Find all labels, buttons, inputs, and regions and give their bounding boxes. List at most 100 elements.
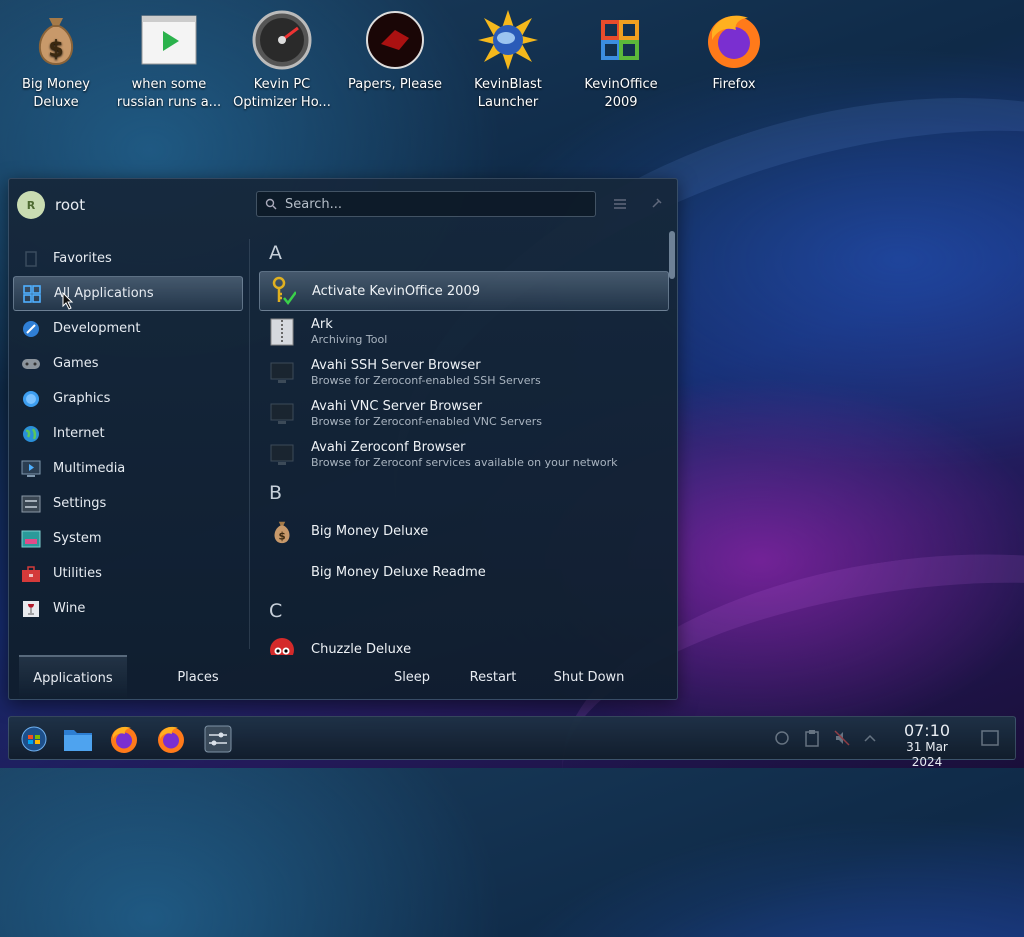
category-label: Utilities <box>53 566 102 581</box>
user-name: root <box>55 196 86 214</box>
app-name: Big Money Deluxe Readme <box>311 565 486 580</box>
category-label: Internet <box>53 426 105 441</box>
sleep-button[interactable]: Sleep <box>387 655 437 699</box>
app-name: Ark <box>311 317 333 332</box>
desktop-icon-label: KevinBlast Launcher <box>474 77 542 110</box>
app-activate-kevinoffice[interactable]: Activate KevinOffice 2009 <box>259 271 669 311</box>
svg-text:$: $ <box>278 531 285 542</box>
network-icon[interactable] <box>771 727 793 749</box>
chevron-up-icon[interactable] <box>859 727 881 749</box>
blank-icon <box>269 559 295 587</box>
category-list: Favorites All Applications Development G… <box>13 241 243 626</box>
wine-icon <box>21 599 41 619</box>
category-wine[interactable]: Wine <box>13 591 243 626</box>
key-check-icon <box>270 276 296 306</box>
tab-applications[interactable]: Applications <box>19 655 127 699</box>
desktop-icon-big-money-deluxe[interactable]: $ Big Money Deluxe <box>1 8 111 112</box>
monitor-icon <box>269 441 295 469</box>
category-development[interactable]: Development <box>13 311 243 346</box>
grid-icon <box>22 284 42 304</box>
app-avahi-ssh[interactable]: Avahi SSH Server Browser Browse for Zeroc… <box>259 352 669 393</box>
desktop-icon-kevinblast-launcher[interactable]: KevinBlast Launcher <box>453 8 563 112</box>
app-avahi-zeroconf[interactable]: Avahi Zeroconf Browser Browse for Zerocon… <box>259 434 669 475</box>
chuzzle-icon <box>269 636 295 655</box>
tab-places[interactable]: Places <box>159 655 237 699</box>
clipboard-icon[interactable] <box>801 727 823 749</box>
category-label: Games <box>53 356 99 371</box>
app-ark[interactable]: Ark Archiving Tool <box>259 311 669 352</box>
app-name: Chuzzle Deluxe <box>311 642 412 655</box>
start-menu-icon[interactable] <box>17 723 51 755</box>
toolbox-icon <box>21 564 41 584</box>
restart-button[interactable]: Restart <box>461 655 525 699</box>
desktop-icon-papers-please[interactable]: Papers, Please <box>340 8 450 94</box>
firefox-icon <box>702 8 766 72</box>
desktop-icon-label: Kevin PC Optimizer Ho... <box>233 77 331 110</box>
globe-icon <box>21 424 41 444</box>
graphics-icon <box>21 389 41 409</box>
category-graphics[interactable]: Graphics <box>13 381 243 416</box>
category-label: System <box>53 531 102 546</box>
app-name: Activate KevinOffice 2009 <box>312 283 480 299</box>
application-launcher: R root Favorites All Applications Develo… <box>8 178 678 700</box>
svg-text:$: $ <box>48 37 63 62</box>
app-name: Big Money Deluxe <box>311 524 429 539</box>
app-big-money-deluxe[interactable]: $ Big Money Deluxe <box>259 511 669 552</box>
category-multimedia[interactable]: Multimedia <box>13 451 243 486</box>
category-settings[interactable]: Settings <box>13 486 243 521</box>
search-input[interactable] <box>283 195 577 213</box>
category-system[interactable]: System <box>13 521 243 556</box>
taskbar: 07:10 31 Mar 2024 <box>8 716 1016 769</box>
app-name: Avahi SSH Server Browser <box>311 358 481 373</box>
category-all-applications[interactable]: All Applications <box>13 276 243 311</box>
gamepad-icon <box>21 354 41 374</box>
system-settings-icon[interactable] <box>201 723 235 755</box>
divider <box>249 239 250 649</box>
category-label: Multimedia <box>53 461 126 476</box>
firefox-icon[interactable] <box>154 723 188 755</box>
category-label: Favorites <box>53 251 112 266</box>
app-name: Avahi VNC Server Browser <box>311 399 483 414</box>
avatar[interactable]: R <box>17 191 45 219</box>
app-description: Archiving Tool <box>311 333 388 346</box>
section-letter: C <box>269 600 283 622</box>
category-internet[interactable]: Internet <box>13 416 243 451</box>
app-description: Browse for Zeroconf-enabled VNC Servers <box>311 415 542 428</box>
user-info[interactable]: R root <box>17 191 85 219</box>
scrollbar[interactable] <box>669 231 675 651</box>
desktop-icon-kevinoffice[interactable]: KevinOffice 2009 <box>566 8 676 112</box>
category-games[interactable]: Games <box>13 346 243 381</box>
show-desktop-icon[interactable] <box>979 727 1001 749</box>
search-box[interactable] <box>256 191 596 217</box>
app-description: Browse for Zeroconf services available o… <box>311 456 618 469</box>
monitor-icon <box>269 359 295 387</box>
file-manager-icon[interactable] <box>61 723 95 755</box>
section-letter: B <box>269 482 283 504</box>
speedometer-icon <box>250 8 314 72</box>
desktop-icon-video[interactable]: when some russian runs a... <box>114 8 224 112</box>
configure-icon[interactable] <box>609 193 631 215</box>
firefox-icon[interactable] <box>107 723 141 755</box>
pin-icon[interactable] <box>645 193 667 215</box>
shutdown-button[interactable]: Shut Down <box>549 655 629 699</box>
desktop-icon-label: KevinOffice 2009 <box>584 77 658 110</box>
desktop-icon-kevin-pc-optimizer[interactable]: Kevin PC Optimizer Ho... <box>227 8 337 112</box>
money-bag-icon: $ <box>269 518 295 546</box>
category-label: Settings <box>53 496 107 511</box>
development-icon <box>21 319 41 339</box>
search-icon <box>265 195 277 214</box>
volume-muted-icon[interactable] <box>831 727 853 749</box>
desktop-icon-label: Papers, Please <box>347 77 443 92</box>
application-list: A Activate KevinOffice 2009 Ark Archiving… <box>259 235 669 655</box>
category-favorites[interactable]: Favorites <box>13 241 243 276</box>
app-chuzzle-deluxe[interactable]: Chuzzle Deluxe <box>259 629 669 655</box>
scrollbar-thumb[interactable] <box>669 231 675 279</box>
clock[interactable]: 07:10 31 Mar 2024 <box>889 722 965 770</box>
desktop-icon-firefox[interactable]: Firefox <box>679 8 789 94</box>
app-description: Browse for Zeroconf-enabled SSH Servers <box>311 374 541 387</box>
office-icon <box>589 8 653 72</box>
app-avahi-vnc[interactable]: Avahi VNC Server Browser Browse for Zeroc… <box>259 393 669 434</box>
desktop-icon-label: when some russian runs a... <box>116 77 222 110</box>
app-big-money-deluxe-readme[interactable]: Big Money Deluxe Readme <box>259 552 669 593</box>
category-utilities[interactable]: Utilities <box>13 556 243 591</box>
